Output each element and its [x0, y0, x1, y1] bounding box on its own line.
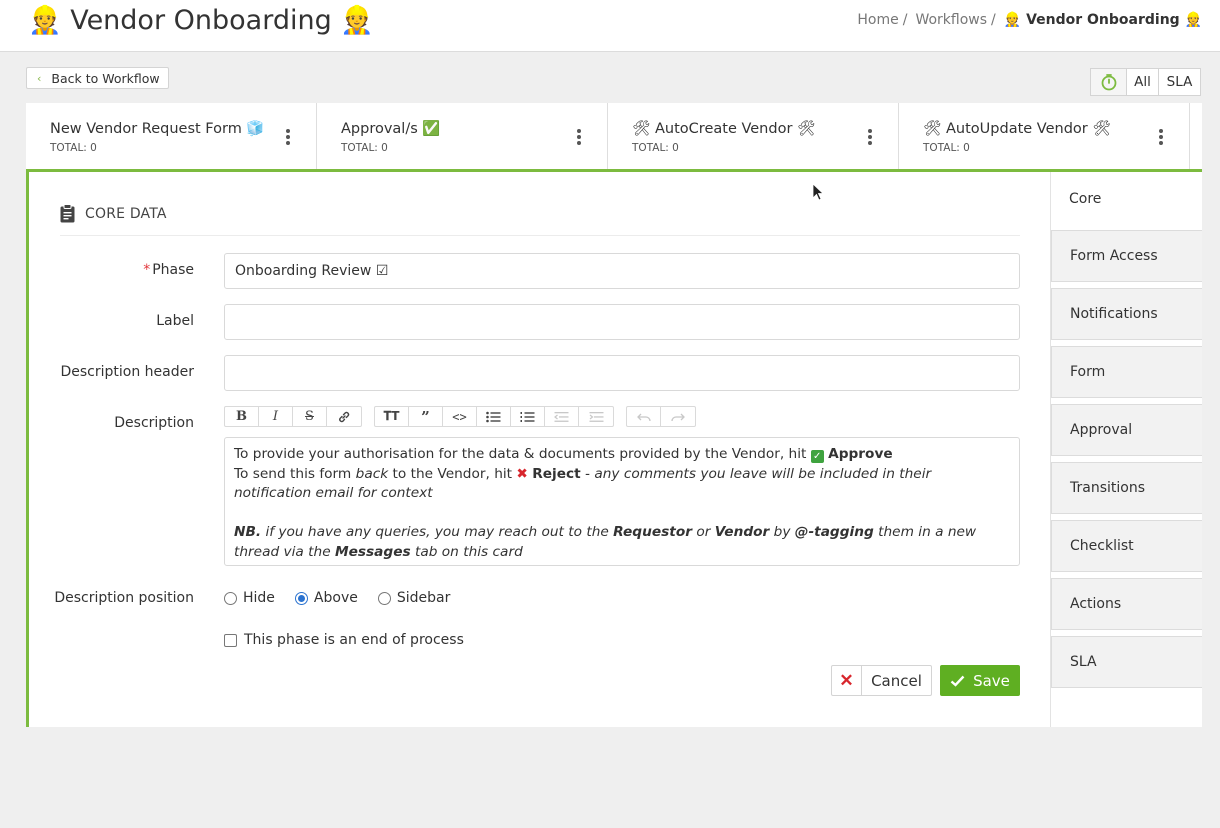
blockquote-icon[interactable]: ” — [409, 407, 443, 426]
cancel-button[interactable]: ✕ Cancel — [831, 665, 932, 696]
back-button-label: Back to Workflow — [51, 70, 160, 86]
cross-icon: ✖ — [516, 465, 528, 482]
filter-all-button[interactable]: All — [1127, 69, 1159, 95]
checkmark-icon: ✓ — [810, 450, 824, 463]
core-data-heading: CORE DATA — [60, 204, 1020, 236]
description-position-label: Description position — [54, 590, 194, 606]
phase-filter-group: All SLA — [1090, 68, 1201, 96]
tab-actions[interactable]: Actions — [1051, 578, 1202, 630]
strikethrough-icon[interactable]: S — [293, 407, 327, 426]
phase-card[interactable]: 🛠 AutoCreate Vendor 🛠 TOTAL: 0 — [608, 103, 899, 169]
tab-approval[interactable]: Approval — [1051, 404, 1202, 456]
required-marker: * — [143, 262, 151, 278]
heading-icon[interactable]: 𝐓T — [375, 407, 409, 426]
tab-form[interactable]: Form — [1051, 346, 1202, 398]
block-group: 𝐓T ” <> — [374, 406, 614, 427]
phase-total: TOTAL: 0 — [923, 142, 970, 154]
breadcrumb: Home / Workflows / 👷 Vendor Onboarding 👷 — [857, 12, 1202, 28]
bullet-list-icon[interactable] — [477, 407, 511, 426]
phase-settings-panel: CORE DATA * Phase Onboarding Review ☑ Lab… — [26, 172, 1202, 727]
breadcrumb-workflows[interactable]: Workflows — [915, 12, 987, 28]
position-option-hide[interactable]: Hide — [224, 590, 275, 606]
breadcrumb-current: 👷 Vendor Onboarding 👷 — [1003, 12, 1202, 28]
phase-title: New Vendor Request Form 🧊 — [50, 121, 265, 137]
radio-button[interactable] — [377, 591, 391, 605]
mouse-pointer-icon — [812, 183, 824, 201]
phase-name-input[interactable]: Onboarding Review ☑ — [224, 253, 1020, 289]
chevron-left-icon: ‹ — [37, 71, 42, 85]
bold-icon[interactable]: B — [225, 407, 259, 426]
tab-checklist[interactable]: Checklist — [1051, 520, 1202, 572]
radio-button[interactable] — [224, 591, 237, 605]
phase-label-text: Phase — [152, 262, 194, 278]
close-icon: ✕ — [832, 666, 862, 695]
end-of-process-label: This phase is an end of process — [244, 632, 464, 648]
description-position-group: Hide Above Sidebar — [224, 590, 450, 606]
phase-card[interactable]: 🛠 AutoUpdate Vendor 🛠 TOTAL: 0 — [899, 103, 1190, 169]
code-icon[interactable]: <> — [443, 407, 477, 426]
tab-transitions[interactable]: Transitions — [1051, 462, 1202, 514]
breadcrumb-separator: / — [902, 12, 908, 28]
page-header: 👷 Vendor Onboarding 👷 Home / Workflows /… — [0, 0, 1220, 52]
description-header-input[interactable] — [224, 355, 1020, 391]
label-field-label: Label — [156, 313, 194, 329]
description-header-label: Description header — [60, 364, 194, 380]
label-input[interactable] — [224, 304, 1020, 340]
phase-total: TOTAL: 0 — [632, 142, 679, 154]
position-option-sidebar[interactable]: Sidebar — [377, 590, 450, 606]
redo-icon[interactable] — [661, 407, 695, 426]
phase-title: 🛠 AutoUpdate Vendor 🛠 — [923, 121, 1111, 137]
kebab-menu-icon[interactable] — [868, 129, 872, 145]
breadcrumb-separator: / — [991, 12, 996, 28]
indent-icon[interactable] — [579, 407, 613, 426]
italic-icon[interactable]: I — [259, 407, 293, 426]
stopwatch-icon-svg — [1101, 74, 1116, 91]
rich-text-toolbar: B I S 𝐓T ” <> — [224, 406, 696, 427]
tab-core[interactable]: Core — [1051, 172, 1202, 226]
format-group: B I S — [224, 406, 362, 427]
phase-title: Approval/s ✅ — [341, 121, 441, 137]
filter-sla-button[interactable]: SLA — [1159, 69, 1200, 95]
settings-side-tabs: Core Form Access Notifications Form Appr… — [1051, 172, 1202, 694]
link-icon[interactable] — [327, 407, 361, 426]
page-title: 👷 Vendor Onboarding 👷 — [28, 5, 374, 36]
phase-card[interactable]: New Vendor Request Form 🧊 TOTAL: 0 — [26, 103, 317, 169]
save-button[interactable]: Save — [940, 665, 1020, 696]
description-editor[interactable]: To provide your authorisation for the da… — [224, 437, 1020, 566]
stopwatch-icon[interactable] — [1091, 69, 1127, 95]
breadcrumb-home[interactable]: Home — [857, 12, 898, 28]
phase-total: TOTAL: 0 — [341, 142, 388, 154]
core-data-title: CORE DATA — [85, 206, 167, 222]
description-line: NB. if you have any queries, you may rea… — [234, 524, 977, 560]
kebab-menu-icon[interactable] — [1159, 129, 1163, 145]
kebab-menu-icon[interactable] — [286, 129, 290, 145]
numbered-list-icon[interactable] — [511, 407, 545, 426]
history-group — [626, 406, 696, 427]
undo-icon[interactable] — [627, 407, 661, 426]
phase-card[interactable]: Approval/s ✅ TOTAL: 0 — [317, 103, 608, 169]
check-icon — [950, 675, 965, 687]
phase-field-label: * Phase — [143, 262, 194, 278]
description-line: To send this form back to the Vendor, hi… — [234, 465, 932, 502]
radio-button-selected[interactable] — [294, 591, 308, 605]
core-data-form: CORE DATA * Phase Onboarding Review ☑ Lab… — [29, 172, 1051, 727]
clipboard-icon — [60, 204, 75, 223]
phase-total: TOTAL: 0 — [50, 142, 97, 154]
position-option-above[interactable]: Above — [294, 590, 358, 606]
tab-sla[interactable]: SLA — [1051, 636, 1202, 688]
description-label: Description — [114, 415, 194, 431]
kebab-menu-icon[interactable] — [577, 129, 581, 145]
phase-strip: New Vendor Request Form 🧊 TOTAL: 0 Appro… — [26, 103, 1202, 172]
outdent-icon[interactable] — [545, 407, 579, 426]
back-to-workflow-button[interactable]: ‹ Back to Workflow — [26, 67, 169, 89]
end-of-process-option[interactable]: This phase is an end of process — [224, 632, 464, 648]
tab-notifications[interactable]: Notifications — [1051, 288, 1202, 340]
description-line: To provide your authorisation for the da… — [234, 446, 893, 463]
phase-title: 🛠 AutoCreate Vendor 🛠 — [632, 121, 816, 137]
end-of-process-checkbox[interactable] — [224, 633, 237, 647]
tab-form-access[interactable]: Form Access — [1051, 230, 1202, 282]
